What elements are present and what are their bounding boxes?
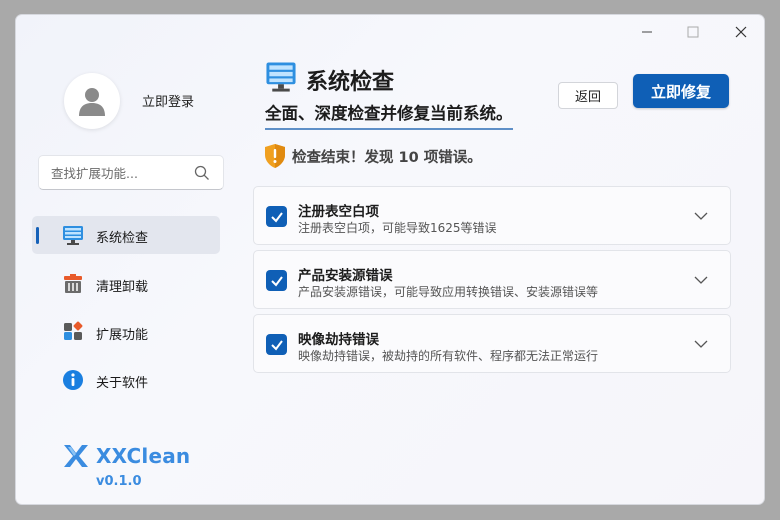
search-icon[interactable] (194, 165, 210, 181)
minimize-button[interactable] (624, 15, 670, 49)
sidebar-item-label: 扩展功能 (96, 328, 149, 343)
maximize-icon (687, 26, 699, 38)
chevron-down-icon[interactable] (694, 211, 708, 221)
issue-checkbox[interactable] (266, 270, 287, 291)
sidebar-item-about[interactable]: 关于软件 (32, 361, 220, 399)
avatar[interactable] (64, 73, 120, 129)
page-title: 系统检查 (306, 70, 395, 95)
checkmark-icon (270, 211, 283, 223)
issue-title: 注册表空白项 (298, 204, 379, 220)
sidebar-item-label: 关于软件 (96, 376, 149, 391)
monitor-check-icon (266, 62, 296, 92)
chevron-down-icon[interactable] (694, 339, 708, 349)
version-label: v0.1.0 (96, 474, 142, 489)
brand-name: XXClean (96, 444, 191, 468)
sidebar-item-label: 清理卸载 (96, 280, 149, 295)
checkmark-icon (270, 275, 283, 287)
back-button[interactable]: 返回 (558, 82, 618, 109)
warning-shield-icon (265, 144, 285, 168)
issue-item[interactable]: 注册表空白项 注册表空白项，可能导致1625等错误 (253, 186, 731, 245)
sidebar-item-cleanup[interactable]: 清理卸载 (32, 265, 220, 303)
brand-logo-icon (64, 445, 88, 467)
page-subtitle: 全面、深度检查并修复当前系统。 (265, 100, 513, 130)
sidebar-item-label: 系统检查 (96, 231, 149, 246)
issue-description: 产品安装源错误，可能导致应用转换错误、安装源错误等 (298, 285, 599, 299)
active-indicator (36, 227, 39, 244)
app-window: 立即登录 系统检查 清理卸载 (15, 14, 765, 505)
fix-now-button[interactable]: 立即修复 (633, 74, 729, 108)
issue-checkbox[interactable] (266, 334, 287, 355)
issue-item[interactable]: 映像劫持错误 映像劫持错误，被劫持的所有软件、程序都无法正常运行 (253, 314, 731, 373)
search-box (38, 155, 224, 190)
extensions-icon (64, 321, 83, 340)
login-link[interactable]: 立即登录 (142, 91, 194, 110)
minimize-icon (642, 31, 652, 33)
user-icon (79, 88, 105, 116)
search-input[interactable] (51, 164, 181, 182)
issue-title: 产品安装源错误 (298, 268, 393, 284)
checkmark-icon (270, 339, 283, 351)
info-icon (63, 370, 83, 390)
issue-description: 映像劫持错误，被劫持的所有软件、程序都无法正常运行 (298, 349, 599, 363)
scan-result-text: 检查结束！发现 10 项错误。 (292, 150, 482, 166)
sidebar-item-system-check[interactable]: 系统检查 (32, 216, 220, 254)
issue-title: 映像劫持错误 (298, 332, 379, 348)
issue-description: 注册表空白项，可能导致1625等错误 (298, 221, 497, 235)
sidebar-item-extensions[interactable]: 扩展功能 (32, 313, 220, 351)
chevron-down-icon[interactable] (694, 275, 708, 285)
issue-checkbox[interactable] (266, 206, 287, 227)
issue-item[interactable]: 产品安装源错误 产品安装源错误，可能导致应用转换错误、安装源错误等 (253, 250, 731, 309)
brand: XXClean (62, 443, 190, 473)
monitor-check-icon (63, 226, 83, 245)
trash-cleanup-icon (64, 274, 82, 293)
close-icon (735, 26, 747, 38)
close-button[interactable] (718, 15, 764, 49)
maximize-button[interactable] (670, 15, 716, 49)
